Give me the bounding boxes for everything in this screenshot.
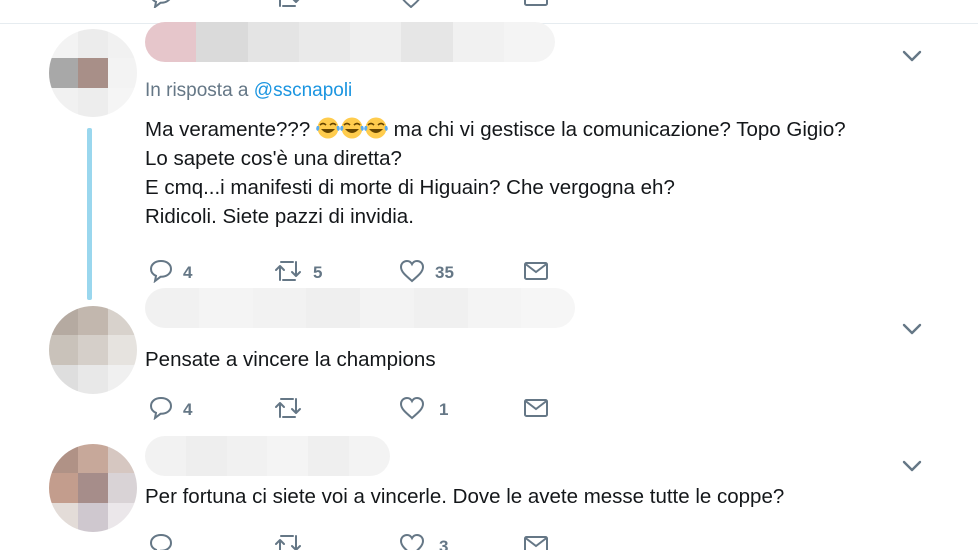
tweet[interactable]: Per fortuna ci siete voi a vincerle. Dov… [0, 0, 978, 550]
direct-message-button[interactable] [523, 533, 549, 550]
like-count: 3 [439, 537, 449, 550]
reply-icon [149, 533, 173, 550]
retweet-icon [275, 535, 301, 550]
tweet-actions: 3 [145, 533, 565, 550]
tweet-thread: 2 In risposta a @sscnapoli Ma veramente?… [0, 0, 978, 550]
envelope-icon [524, 536, 548, 550]
tweet-text: Per fortuna ci siete voi a vincerle. Dov… [145, 485, 785, 508]
reply-button[interactable] [149, 533, 183, 550]
retweet-button[interactable] [273, 533, 313, 550]
chevron-down-icon[interactable] [902, 460, 922, 474]
author-name-redacted [145, 436, 390, 476]
like-button[interactable]: 3 [399, 533, 448, 550]
avatar[interactable] [49, 444, 137, 532]
heart-icon [399, 533, 425, 550]
